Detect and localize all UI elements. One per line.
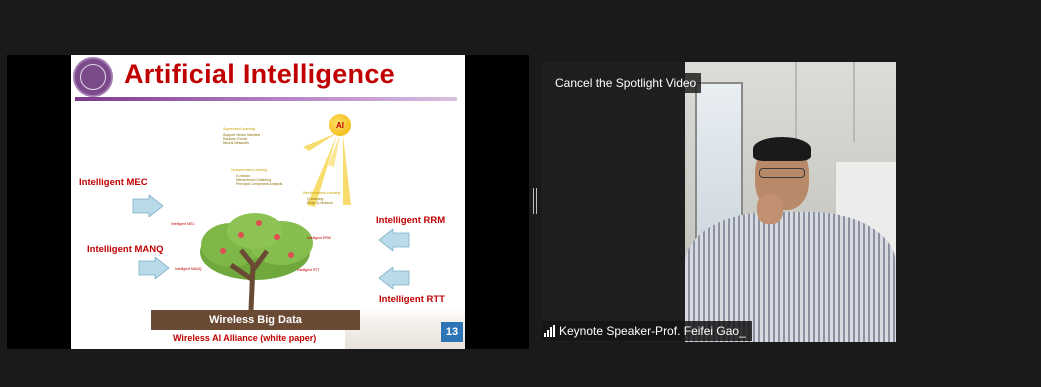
tree-illustration [200,213,313,311]
mec-detail: Intelligent MEC [171,222,195,226]
participant-name-bar: Keynote Speaker-Prof. Feifei Gao_ [542,321,752,341]
presentation-slide: Artificial Intelligence AI Supervised Le… [71,55,465,349]
cancel-spotlight-button[interactable]: Cancel the Spotlight Video [550,73,702,93]
participant-name: Keynote Speaker-Prof. Feifei Gao_ [559,324,746,338]
rrm-detail: Intelligent RRM [307,236,331,240]
person-hair [753,137,811,161]
ground-text: Wireless Big Data [209,314,302,326]
participant-video [685,62,896,342]
signal-bars-icon [544,325,555,337]
slide-footer: Wireless AI Alliance (white paper) [173,333,317,343]
glasses [759,168,805,178]
ground-bar: Wireless Big Data [151,310,360,330]
shared-screen: Artificial Intelligence AI Supervised Le… [7,55,529,349]
video-tile: Cancel the Spotlight Video Keynote Speak… [542,62,896,342]
tile-background [542,62,685,342]
slide-number: 13 [441,322,463,342]
manq-detail: Intelligent MANQ [175,267,202,271]
resize-handle[interactable] [533,188,537,214]
meeting-stage: Artificial Intelligence AI Supervised Le… [0,0,1041,387]
rtt-detail: Intelligent RTT [297,268,320,272]
person-hand [757,194,783,224]
ceiling-rail [795,62,855,142]
